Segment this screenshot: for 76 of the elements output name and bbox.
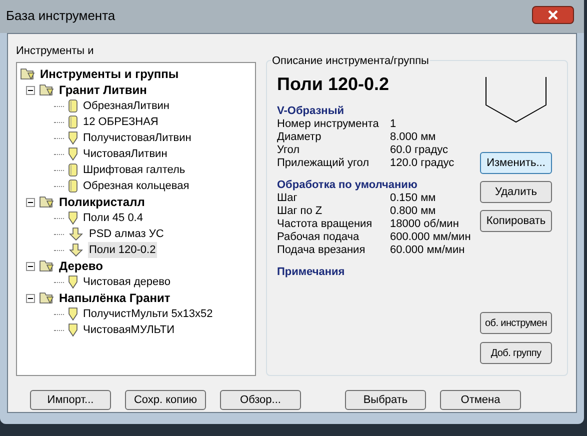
property-name: Прилежащий угол bbox=[277, 157, 370, 170]
footer-button[interactable]: Отмена bbox=[440, 390, 521, 410]
tree-item[interactable]: 12 ОБРЕЗНАЯ bbox=[82, 114, 160, 130]
tree-item[interactable]: Обрезная кольцевая bbox=[82, 178, 190, 194]
tree-item[interactable]: ОбрезнаяЛитвин bbox=[82, 98, 171, 114]
property-value: 600.000 мм/мин bbox=[390, 231, 471, 244]
group-label: Описание инструмента/группы bbox=[271, 53, 430, 70]
v-bit-icon bbox=[68, 147, 78, 161]
property-value: 60.000 мм/мин bbox=[390, 244, 465, 257]
v-bit-icon bbox=[68, 211, 78, 225]
tree-item[interactable]: Дерево bbox=[59, 257, 103, 275]
arrow-down-icon bbox=[68, 227, 84, 241]
tree-item[interactable]: Чистовая дерево bbox=[82, 274, 172, 290]
folder-icon bbox=[39, 291, 55, 305]
footer-button[interactable]: Выбрать bbox=[345, 390, 426, 410]
cylinder-bit-icon bbox=[68, 115, 78, 129]
tree-item[interactable]: ПолучистоваяЛитвин bbox=[82, 130, 192, 146]
folder-icon bbox=[20, 67, 36, 81]
tree-item[interactable]: ЧистоваяЛитвин bbox=[82, 146, 168, 162]
property-name: Диаметр bbox=[277, 131, 322, 144]
property-value: 120.0 градус bbox=[390, 157, 454, 170]
tree-item[interactable]: Поли 120-0.2 bbox=[88, 242, 157, 258]
arrow-down-icon bbox=[68, 243, 84, 257]
footer-button[interactable]: Сохр. копию bbox=[125, 390, 206, 410]
v-bit-icon bbox=[68, 275, 78, 289]
property-value: 8.000 мм bbox=[390, 131, 436, 144]
property-value: 60.0 градус bbox=[390, 144, 448, 157]
tool-name: Поли 120-0.2 bbox=[277, 73, 390, 95]
property-name: Рабочая подача bbox=[277, 231, 360, 244]
property-name: Шаг по Z bbox=[277, 205, 324, 218]
tree-item[interactable]: PSD алмаз УС bbox=[88, 226, 165, 242]
panel-label: Инструменты и bbox=[16, 44, 95, 59]
v-bit-icon bbox=[68, 323, 78, 337]
v-bit-profile-icon bbox=[485, 77, 547, 125]
tree-item[interactable]: Шрифтовая галтель bbox=[82, 162, 186, 178]
expander-icon[interactable] bbox=[26, 86, 35, 94]
tree-item[interactable]: Напылёнка Гранит bbox=[59, 289, 170, 307]
tree-item[interactable]: Инструменты и группы bbox=[40, 65, 179, 83]
tree-item[interactable]: Гранит Литвин bbox=[59, 81, 147, 99]
property-name: Подача врезания bbox=[277, 244, 366, 257]
expander-icon[interactable] bbox=[26, 198, 35, 206]
action-button[interactable]: Изменить... bbox=[480, 152, 552, 174]
property-name: Номер инструмента bbox=[277, 118, 380, 131]
property-value: 0.150 мм bbox=[390, 192, 436, 205]
property-value: 18000 об/мин bbox=[390, 218, 459, 231]
tree-item[interactable]: Поли 45 0.4 bbox=[82, 210, 144, 226]
folder-icon bbox=[39, 195, 55, 209]
expander-icon[interactable] bbox=[26, 294, 35, 302]
window-title: База инструмента bbox=[6, 7, 116, 25]
expander-icon[interactable] bbox=[26, 262, 35, 270]
section-heading: V-Образный bbox=[277, 105, 345, 118]
cylinder-bit-icon bbox=[68, 179, 78, 193]
tree-item[interactable]: ПолучистМульти 5х13х52 bbox=[82, 306, 214, 322]
add-button[interactable]: об. инструмен bbox=[480, 312, 552, 334]
footer-button[interactable]: Импорт... bbox=[30, 390, 111, 410]
property-name: Угол bbox=[277, 144, 301, 157]
footer-button[interactable]: Обзор... bbox=[220, 390, 301, 410]
property-name: Частота вращения bbox=[277, 218, 374, 231]
close-button[interactable] bbox=[532, 6, 574, 24]
property-name: Шаг bbox=[277, 192, 298, 205]
section-heading: Примечания bbox=[277, 266, 346, 279]
property-value: 0.800 мм bbox=[390, 205, 436, 218]
section-heading: Обработка по умолчанию bbox=[277, 179, 418, 192]
close-icon bbox=[548, 10, 558, 20]
cylinder-bit-icon bbox=[68, 163, 78, 177]
property-value: 1 bbox=[390, 118, 396, 131]
cylinder-bit-icon bbox=[68, 99, 78, 113]
action-button[interactable]: Копировать bbox=[480, 210, 552, 232]
action-button[interactable]: Удалить bbox=[480, 181, 552, 203]
add-button[interactable]: Доб. группу bbox=[480, 342, 552, 364]
folder-icon bbox=[39, 259, 55, 273]
folder-icon bbox=[39, 83, 55, 97]
v-bit-icon bbox=[68, 131, 78, 145]
tree-item[interactable]: Поликристалл bbox=[59, 193, 145, 211]
v-bit-icon bbox=[68, 307, 78, 321]
tree-item[interactable]: ЧистоваяМУЛЬТИ bbox=[82, 322, 176, 338]
